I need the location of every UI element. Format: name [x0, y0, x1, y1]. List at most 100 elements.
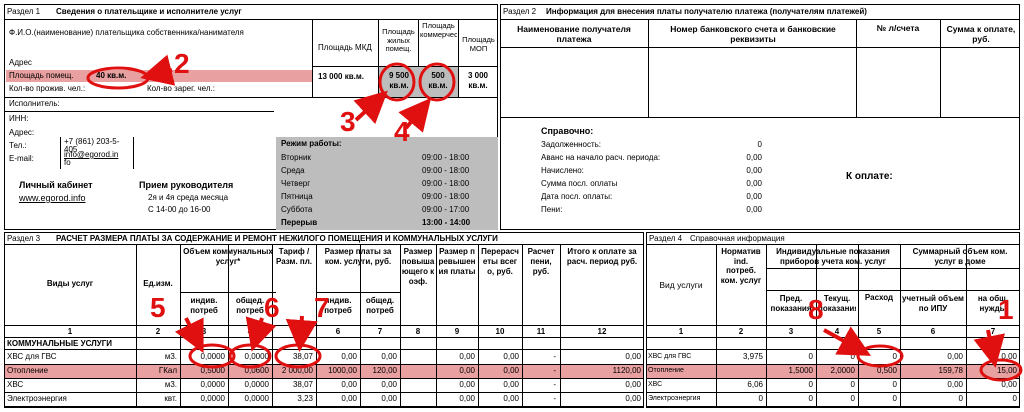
column-number: 6: [335, 327, 341, 336]
column-number: 6: [930, 327, 936, 336]
area-label: Площадь помещ.: [9, 71, 74, 80]
service-cell: -: [553, 380, 556, 389]
service-cell: 0,00: [381, 394, 397, 403]
acc-header: учетный объем по ИПУ: [902, 294, 964, 313]
annotation-number: 4: [394, 116, 410, 147]
reference-value: 0,00: [746, 179, 762, 188]
reference-value: 0,00: [746, 192, 762, 201]
ref-service-name: Отопление: [648, 367, 684, 374]
total-volume-header: Суммарный объем ком. услуг в доме: [912, 247, 1008, 266]
hours-title: Режим работы:: [281, 139, 342, 148]
reception-label: Прием руководителя: [139, 180, 234, 190]
ref-service-cell: 0: [1012, 394, 1017, 403]
ref-service-cell: 0,500: [876, 366, 897, 375]
ref-service-cell: 0: [850, 380, 855, 389]
annotation-number: 2: [174, 48, 190, 79]
service-cell: 38,07: [292, 352, 313, 361]
ref-service-cell: 0: [958, 394, 963, 403]
column-number: 2: [738, 327, 744, 336]
amount-header: Сумма к оплате, руб.: [946, 24, 1016, 45]
section-3-title: Раздел 3: [7, 234, 41, 243]
service-cell: м3.: [164, 352, 177, 361]
annotation-number: 7: [314, 292, 330, 323]
service-cell: квт.: [164, 394, 177, 403]
ref-service-cell: 0,00: [947, 380, 963, 389]
column-number: 11: [536, 327, 546, 336]
mkd-area-header: Площадь МКД: [318, 43, 372, 52]
total-header: Итого к оплате за расч. период руб.: [566, 247, 638, 266]
service-cell: 0,00: [341, 380, 357, 389]
service-cell: 0,00: [625, 394, 641, 403]
service-cell: 0,00: [503, 394, 519, 403]
email-link[interactable]: info@egorod.in: [64, 151, 118, 159]
hours-day: Вторник: [281, 153, 311, 162]
reference-label: Дата посл. оплаты:: [541, 192, 613, 201]
ref-service-cell: 0: [808, 380, 813, 389]
ref-service-name: Электроэнергия: [648, 395, 701, 402]
residential-area-value: 9 500 кв.м.: [388, 71, 410, 90]
column-number: 1: [678, 327, 684, 336]
use-header: Расход: [864, 293, 894, 302]
commercial-area-header: Площадь коммерческих: [420, 22, 457, 39]
account-header: № л/счета: [876, 23, 920, 33]
service-cell: -: [553, 352, 556, 361]
excess-header: Размер превышения платы: [438, 247, 476, 276]
service-cell: 0,00: [625, 352, 641, 361]
service-cell: 0,00: [503, 366, 519, 375]
annotation-number: 6: [264, 292, 280, 323]
service-cell: 0,00: [459, 352, 475, 361]
service-cell: 0,00: [503, 352, 519, 361]
group-header: КОММУНАЛЬНЫЕ УСЛУГИ: [7, 339, 113, 348]
ref-service-cell: 1,5000: [788, 366, 813, 375]
hours-day: Четверг: [281, 179, 311, 188]
service-cell: 3,23: [297, 394, 313, 403]
service-cell: 1000,00: [328, 366, 357, 375]
service-cell: 0,0600: [244, 366, 269, 375]
email-link-2: fo: [64, 158, 71, 167]
volume-header: Объем коммунальных услуг*: [183, 247, 273, 266]
service-cell: 0,0000: [244, 394, 269, 403]
column-number: 5: [291, 327, 297, 336]
section-2-title: Раздел 2: [503, 7, 537, 16]
column-number: 8: [415, 327, 421, 336]
reference-label: Сумма посл. оплаты: [541, 179, 618, 188]
service-cell: 120,00: [372, 366, 397, 375]
cabinet-label: Личный кабинет: [19, 180, 93, 190]
hours-day: Среда: [281, 166, 305, 175]
unit-header: Ед.изм.: [143, 279, 173, 288]
service-cell: 0,0000: [244, 380, 269, 389]
ref-service-cell: 0,00: [1001, 352, 1017, 361]
hours-time: 13:00 - 14:00: [422, 218, 471, 227]
payment-header: Размер платы за ком. услуги, руб.: [324, 247, 392, 266]
mop-area-value: 3 000 кв.м.: [467, 71, 489, 90]
coef-header: Размер повышающего коэф.: [401, 247, 435, 286]
hours-time: 09:00 - 18:00: [422, 166, 470, 175]
service-cell: 0,00: [341, 394, 357, 403]
ref-service-cell: 0: [808, 394, 813, 403]
service-cell: 0,00: [503, 380, 519, 389]
ref-service-cell: 6,06: [747, 380, 763, 389]
to-pay-label: К оплате:: [846, 171, 893, 182]
section-3-heading: РАСЧЕТ РАЗМЕРА ПЛАТЫ ЗА СОДЕРЖАНИЕ И РЕМ…: [56, 234, 498, 243]
service-cell: 0,00: [459, 380, 475, 389]
column-number: 9: [454, 327, 460, 336]
section-4-title: Раздел 4: [649, 234, 683, 243]
service-cell: 2 000,00: [281, 366, 313, 375]
site-link[interactable]: www.egorod.info: [19, 194, 86, 203]
reception-hours: С 14-00 до 16-00: [148, 205, 211, 214]
ref-service-cell: 0: [758, 394, 763, 403]
service-cell: м3.: [164, 380, 177, 389]
ref-service-cell: 0: [892, 394, 897, 403]
service-cell: 0,00: [381, 352, 397, 361]
ref-service-cell: 0: [850, 394, 855, 403]
service-cell: 0,00: [381, 380, 397, 389]
service-cell: 0,00: [459, 366, 475, 375]
ref-service-name: ХВС для ГВС: [648, 353, 692, 360]
ref-service-cell: 0,00: [947, 352, 963, 361]
service-name: Электроэнергия: [7, 394, 67, 403]
ref-service-cell: 159,78: [938, 366, 963, 375]
reference-value: 0,00: [746, 153, 762, 162]
hours-day: Перерыв: [281, 218, 318, 227]
meter-header: Индивидуальные показания приборов учета …: [776, 247, 890, 266]
tel-label: Тел.:: [9, 141, 27, 150]
